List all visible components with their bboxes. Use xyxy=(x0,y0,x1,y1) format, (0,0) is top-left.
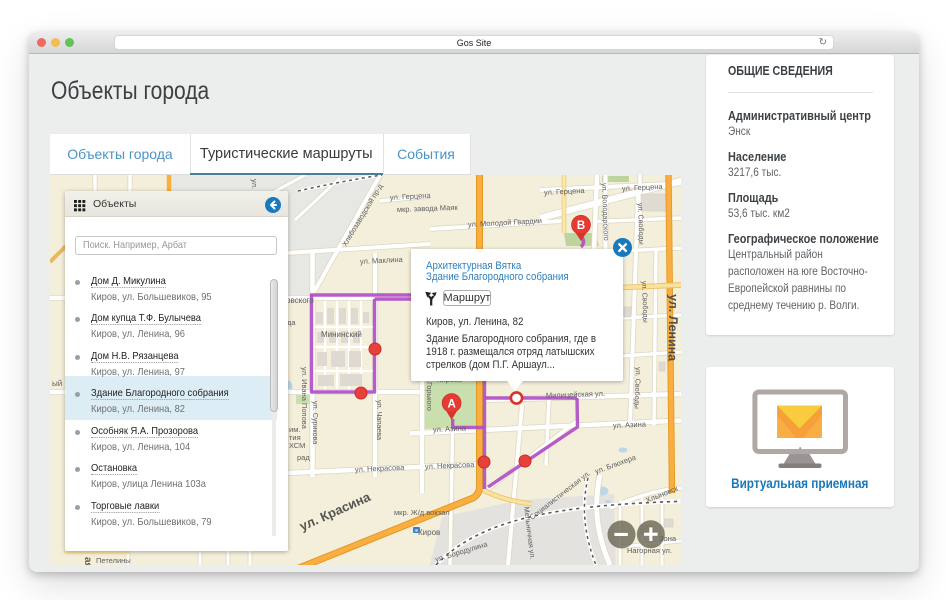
svg-text:B: B xyxy=(577,220,585,232)
svg-text:ХСМ: ХСМ xyxy=(289,441,305,450)
svg-text:ул. Свободы: ул. Свободы xyxy=(636,203,646,245)
svg-text:Петелины: Петелины xyxy=(96,556,131,565)
svg-text:ул. Чапаева: ул. Чапаева xyxy=(375,400,384,440)
svg-text:ул. Ленина: ул. Ленина xyxy=(665,294,680,362)
svg-text:да: да xyxy=(287,318,296,327)
svg-text:A: A xyxy=(447,398,455,410)
svg-text:ая: ая xyxy=(82,557,93,565)
svg-text:овского: овского xyxy=(286,296,314,305)
svg-text:рад: рад xyxy=(297,453,310,462)
svg-text:Киров: Киров xyxy=(418,528,440,537)
svg-text:ул. Ивана Попова: ул. Ивана Попова xyxy=(300,367,309,430)
svg-text:ул. Азина: ул. Азина xyxy=(613,420,647,430)
svg-text:Горького: Горького xyxy=(425,382,434,411)
svg-text:Мининский: Мининский xyxy=(321,330,362,339)
svg-text:ул. Свободы: ул. Свободы xyxy=(633,367,643,409)
svg-text:мкр. Ж/д вокзал: мкр. Ж/д вокзал xyxy=(394,508,450,517)
svg-text:ул. Свободы: ул. Свободы xyxy=(640,281,650,323)
svg-text:ул. Азина: ул. Азина xyxy=(433,424,467,434)
svg-text:ул. Сурикова: ул. Сурикова xyxy=(311,401,320,444)
